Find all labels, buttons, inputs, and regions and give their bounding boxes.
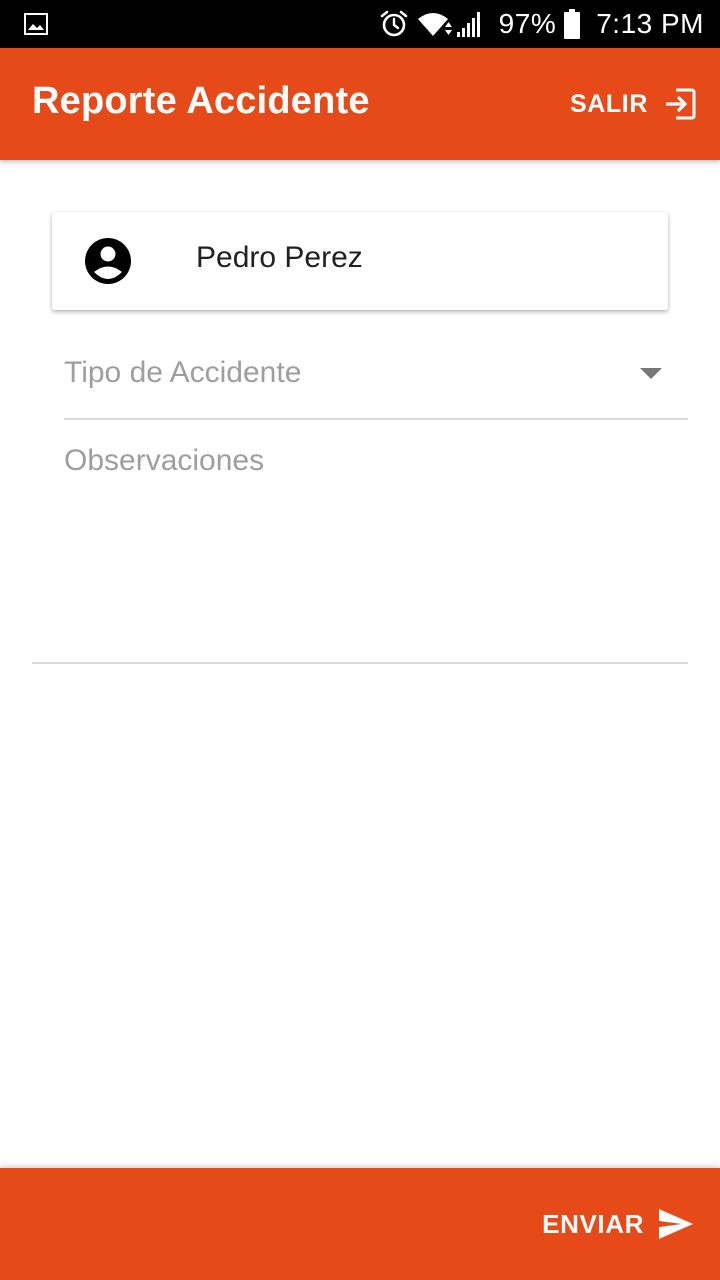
status-bar: 97% 7:13 PM bbox=[0, 0, 720, 48]
wifi-icon bbox=[417, 13, 452, 36]
exit-button-label: SALIR bbox=[570, 89, 648, 118]
user-card: Pedro Perez bbox=[52, 212, 668, 310]
battery-icon bbox=[564, 9, 581, 39]
send-button-label: ENVIAR bbox=[542, 1208, 644, 1239]
accident-type-select[interactable]: Tipo de Accidente bbox=[64, 340, 688, 420]
clock: 7:13 PM bbox=[596, 8, 704, 39]
gallery-icon bbox=[24, 13, 48, 35]
exit-button[interactable]: SALIR bbox=[570, 86, 696, 122]
account-circle-icon bbox=[85, 238, 131, 284]
app-bar: Reporte Accidente SALIR bbox=[0, 48, 720, 160]
send-button[interactable]: ENVIAR bbox=[542, 1204, 694, 1244]
status-icons: 97% 7:13 PM bbox=[379, 0, 704, 48]
dropdown-arrow-icon bbox=[640, 368, 662, 379]
alarm-icon bbox=[380, 10, 407, 37]
exit-to-app-icon bbox=[666, 88, 696, 120]
battery-percentage: 97% bbox=[498, 8, 557, 39]
accident-type-placeholder: Tipo de Accidente bbox=[64, 356, 302, 389]
screen: 97% 7:13 PM Reporte Accidente SALIR Pedr… bbox=[0, 0, 720, 1280]
observations-input[interactable] bbox=[64, 444, 664, 644]
page-title: Reporte Accidente bbox=[32, 80, 370, 122]
user-name: Pedro Perez bbox=[196, 241, 363, 274]
signal-icon bbox=[456, 12, 480, 37]
send-icon bbox=[659, 1209, 693, 1239]
bottom-bar: ENVIAR bbox=[0, 1168, 720, 1280]
observations-field bbox=[32, 430, 688, 664]
